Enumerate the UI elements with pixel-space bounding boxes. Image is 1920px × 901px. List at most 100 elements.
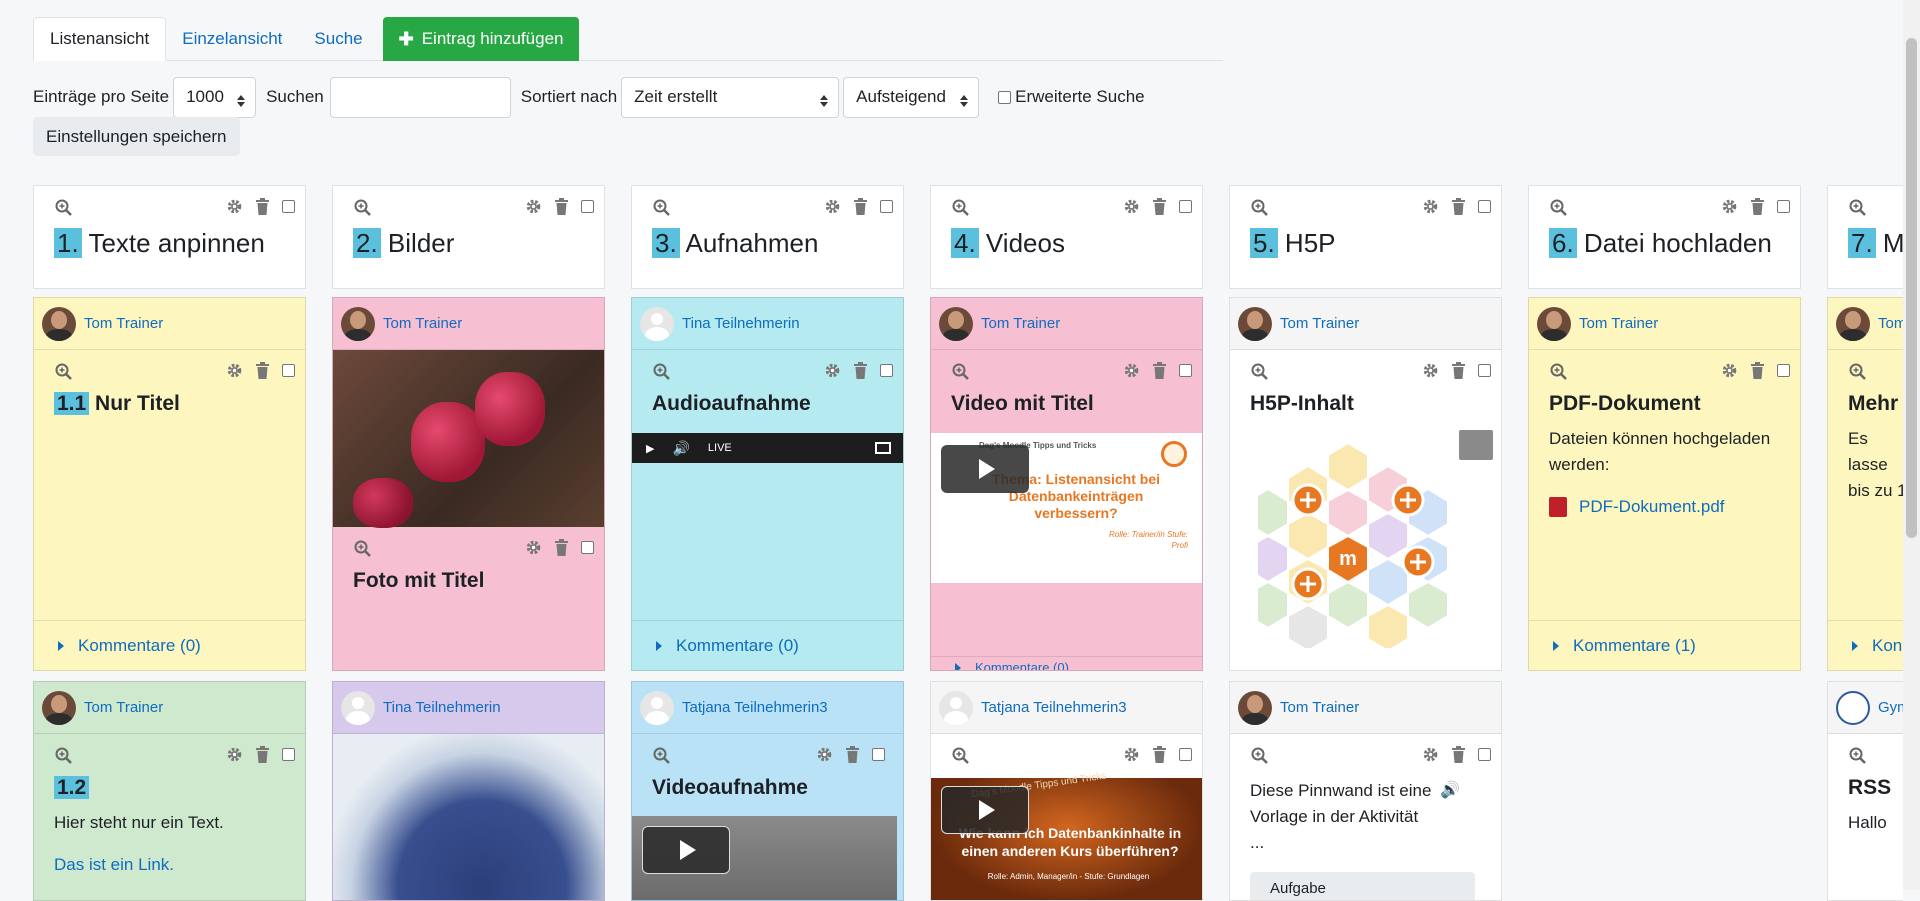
- entry-link[interactable]: Das ist ein Link.: [54, 852, 174, 878]
- trash-icon[interactable]: [1451, 198, 1466, 215]
- zoom-icon[interactable]: [54, 746, 74, 766]
- select-checkbox[interactable]: [1777, 200, 1790, 213]
- gear-icon[interactable]: [824, 362, 841, 379]
- zoom-icon[interactable]: [353, 198, 373, 218]
- gear-icon[interactable]: [226, 198, 243, 215]
- select-checkbox[interactable]: [581, 200, 594, 213]
- gear-icon[interactable]: [1123, 198, 1140, 215]
- pip-icon[interactable]: [875, 442, 891, 454]
- gear-icon[interactable]: [525, 198, 542, 215]
- gear-icon[interactable]: [525, 539, 542, 556]
- zoom-icon[interactable]: [1250, 362, 1270, 382]
- trash-icon[interactable]: [1451, 362, 1466, 379]
- entry-author[interactable]: Tom Trainer: [1230, 298, 1501, 350]
- entry-author[interactable]: Tom Trainer: [1529, 298, 1800, 350]
- trash-icon[interactable]: [554, 539, 569, 556]
- play-button[interactable]: [941, 786, 1029, 834]
- comments-toggle[interactable]: Kommentare (0): [931, 656, 1202, 670]
- zoom-icon[interactable]: [54, 198, 74, 218]
- zoom-icon[interactable]: [1848, 198, 1868, 218]
- advanced-search-checkbox[interactable]: [998, 90, 1012, 104]
- entry-author[interactable]: Tatjana Teilnehmerin3: [931, 682, 1202, 734]
- video-recording[interactable]: [632, 816, 897, 900]
- gear-icon[interactable]: [226, 746, 243, 763]
- zoom-icon[interactable]: [1549, 198, 1569, 218]
- trash-icon[interactable]: [1750, 362, 1765, 379]
- entry-author[interactable]: Tom: [1828, 298, 1903, 350]
- comments-toggle[interactable]: Kommentare (1): [1529, 620, 1800, 670]
- page-scrollbar[interactable]: [1903, 0, 1920, 890]
- zoom-icon[interactable]: [54, 362, 74, 382]
- trash-icon[interactable]: [255, 746, 270, 763]
- comments-toggle[interactable]: Kon: [1828, 620, 1903, 670]
- select-checkbox[interactable]: [1478, 748, 1491, 761]
- zoom-icon[interactable]: [353, 539, 373, 559]
- gear-icon[interactable]: [226, 362, 243, 379]
- trash-icon[interactable]: [1152, 198, 1167, 215]
- select-checkbox[interactable]: [880, 200, 893, 213]
- select-checkbox[interactable]: [1777, 364, 1790, 377]
- select-checkbox[interactable]: [1478, 200, 1491, 213]
- tab-search[interactable]: Suche: [298, 17, 378, 61]
- gear-icon[interactable]: [1123, 362, 1140, 379]
- scrollbar-thumb[interactable]: [1906, 38, 1917, 538]
- trash-icon[interactable]: [554, 198, 569, 215]
- entry-author[interactable]: Gym: [1828, 682, 1903, 734]
- entry-author[interactable]: Tom Trainer: [931, 298, 1202, 350]
- entry-author[interactable]: Tina Teilnehmerin: [333, 682, 604, 734]
- zoom-icon[interactable]: [951, 746, 971, 766]
- trash-icon[interactable]: [845, 746, 860, 763]
- trash-icon[interactable]: [1152, 746, 1167, 763]
- play-icon[interactable]: ▶: [646, 442, 654, 455]
- pdf-file-link[interactable]: PDF-Dokument.pdf: [1549, 494, 1725, 520]
- zoom-icon[interactable]: [652, 198, 672, 218]
- entry-author[interactable]: Tom Trainer: [34, 298, 305, 350]
- entry-author[interactable]: Tina Teilnehmerin: [632, 298, 903, 350]
- play-button[interactable]: [642, 826, 730, 874]
- select-checkbox[interactable]: [880, 364, 893, 377]
- gear-icon[interactable]: [1422, 198, 1439, 215]
- audio-player[interactable]: ▶ 🔊 LIVE: [632, 433, 903, 463]
- entry-author[interactable]: Tatjana Teilnehmerin3: [632, 682, 903, 734]
- gear-icon[interactable]: [1422, 746, 1439, 763]
- gear-icon[interactable]: [824, 198, 841, 215]
- video-thumbnail[interactable]: Dag's Moodle Tipps und Tricks Thema: Lis…: [931, 433, 1202, 583]
- gear-icon[interactable]: [816, 746, 833, 763]
- select-checkbox[interactable]: [581, 541, 594, 554]
- select-checkbox[interactable]: [1179, 748, 1192, 761]
- entry-author[interactable]: Tom Trainer: [333, 298, 604, 350]
- trash-icon[interactable]: [255, 198, 270, 215]
- save-settings-button[interactable]: Einstellungen speichern: [33, 117, 240, 156]
- zoom-icon[interactable]: [1250, 198, 1270, 218]
- volume-icon[interactable]: 🔊: [672, 440, 689, 457]
- zoom-icon[interactable]: [1848, 746, 1868, 766]
- select-checkbox[interactable]: [1179, 200, 1192, 213]
- trash-icon[interactable]: [255, 362, 270, 379]
- trash-icon[interactable]: [1451, 746, 1466, 763]
- zoom-icon[interactable]: [652, 746, 672, 766]
- search-input[interactable]: [329, 76, 511, 118]
- fullscreen-icon[interactable]: [1459, 430, 1493, 460]
- select-checkbox[interactable]: [282, 200, 295, 213]
- zoom-icon[interactable]: [951, 198, 971, 218]
- video-thumbnail[interactable]: Dag's Moodle Tipps und Tricks Wie kann i…: [931, 771, 1202, 900]
- task-button[interactable]: Aufgabe: [1250, 872, 1475, 900]
- tab-single-view[interactable]: Einzelansicht: [166, 17, 298, 61]
- play-button[interactable]: [941, 445, 1029, 493]
- select-checkbox[interactable]: [1179, 364, 1192, 377]
- trash-icon[interactable]: [1152, 362, 1167, 379]
- per-page-select[interactable]: 1000: [173, 76, 257, 118]
- add-entry-button[interactable]: ✚ Eintrag hinzufügen: [382, 17, 580, 61]
- zoom-icon[interactable]: [1250, 746, 1270, 766]
- trash-icon[interactable]: [853, 362, 868, 379]
- select-checkbox[interactable]: [282, 748, 295, 761]
- gear-icon[interactable]: [1422, 362, 1439, 379]
- speaker-icon[interactable]: 🔊: [1440, 780, 1460, 800]
- zoom-icon[interactable]: [1549, 362, 1569, 382]
- select-checkbox[interactable]: [1478, 364, 1491, 377]
- order-select[interactable]: Aufsteigend: [843, 76, 980, 118]
- entry-author[interactable]: Tom Trainer: [34, 682, 305, 734]
- zoom-icon[interactable]: [1848, 362, 1868, 382]
- zoom-icon[interactable]: [652, 362, 672, 382]
- trash-icon[interactable]: [1750, 198, 1765, 215]
